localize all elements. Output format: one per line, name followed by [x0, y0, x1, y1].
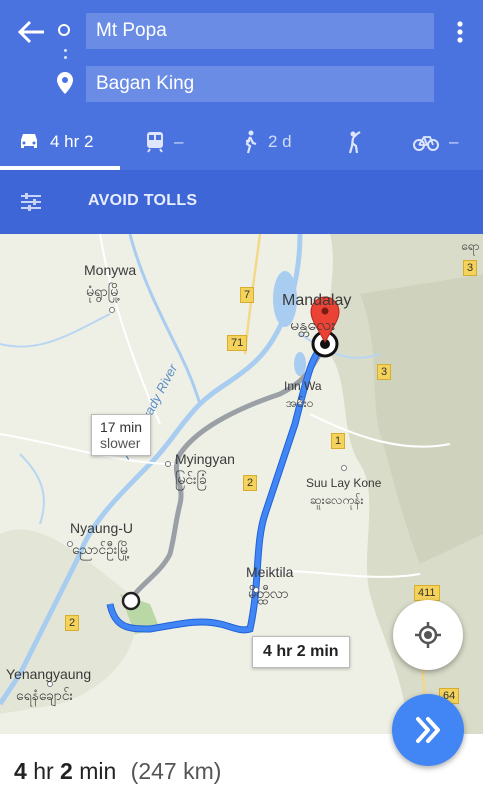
mode-walk[interactable]: 2 d — [242, 126, 292, 158]
tune-icon[interactable] — [20, 192, 42, 212]
route-shield-3a: 3 — [463, 260, 478, 276]
place-corner: ရော — [461, 239, 480, 253]
place-innwa-my: အင်းဝ — [286, 396, 314, 410]
summary-hr: hr — [33, 758, 54, 784]
alt-route-time: 17 min — [100, 419, 143, 435]
mode-walk-label: 2 d — [268, 132, 292, 151]
place-myingyan-my: မြင်းခြံ — [175, 471, 207, 487]
more-options-icon[interactable] — [450, 18, 470, 46]
destination-field[interactable]: Bagan King — [86, 66, 434, 102]
summary-minutes: 2 — [60, 758, 73, 784]
route-shield-2a: 2 — [243, 475, 258, 491]
walk-icon — [245, 130, 257, 154]
route-dots-icon — [64, 49, 67, 65]
place-suulaykone-my: ဆူးလေကုန်း — [310, 493, 364, 507]
mode-transit[interactable]: – — [146, 126, 183, 158]
mode-ride[interactable] — [345, 126, 373, 158]
route-shield-71: 71 — [227, 335, 248, 351]
start-navigation-button[interactable] — [392, 694, 464, 766]
place-yenangyaung-my: ရေနံချောင်း — [16, 687, 74, 703]
back-arrow-icon[interactable] — [16, 18, 48, 46]
main-route-callout[interactable]: 4 hr 2 min — [252, 636, 350, 668]
transit-icon — [147, 132, 163, 153]
route-summary: 4 hr 2 min (247 km) — [14, 758, 221, 785]
summary-distance: (247 km) — [130, 758, 222, 784]
alt-route-note: slower — [100, 435, 141, 451]
route-shield-7: 7 — [240, 287, 255, 303]
avoid-tolls-button[interactable]: AVOID TOLLS — [88, 192, 197, 210]
route-shield-411: 411 — [414, 585, 440, 601]
mode-car-label: 4 hr 2 — [50, 132, 94, 151]
my-location-icon — [415, 622, 441, 648]
summary-min: min — [79, 758, 117, 784]
origin-circle-icon — [58, 24, 70, 36]
route-shield-3b: 3 — [377, 364, 392, 380]
place-myingyan: Myingyan — [175, 451, 235, 467]
place-suulaykone: Suu Lay Kone — [306, 476, 382, 490]
route-shield-2b: 2 — [65, 615, 80, 631]
place-mandalay: Mandalay — [282, 292, 352, 309]
mode-bike-label: – — [449, 132, 459, 151]
origin-field[interactable]: Mt Popa — [86, 13, 434, 49]
destination-pin-icon — [57, 72, 73, 94]
alt-route-callout[interactable]: 17 min slower — [91, 414, 152, 456]
place-nyaungu: Nyaung-U — [70, 520, 134, 536]
bike-icon — [413, 136, 439, 151]
car-icon — [21, 134, 37, 148]
route-options-bar: AVOID TOLLS — [0, 170, 483, 234]
place-monywa-my: မုံရွာမြို့ — [86, 283, 121, 299]
summary-hours: 4 — [14, 758, 27, 784]
place-monywa: Monywa — [84, 262, 137, 278]
place-meiktila-my: မိတ္ထီလာ — [248, 585, 289, 601]
my-location-button[interactable] — [393, 600, 463, 670]
origin-marker — [121, 591, 141, 611]
route-shield-1: 1 — [331, 433, 346, 449]
place-yenangyaung: Yenangyaung — [6, 666, 92, 682]
mode-bike[interactable]: – — [413, 126, 458, 158]
mode-transit-label: – — [174, 132, 184, 151]
navigate-arrows-icon — [416, 717, 440, 743]
place-meiktila: Meiktila — [246, 564, 294, 580]
place-innwa: Inn Wa — [284, 379, 322, 393]
place-nyaungu-my: ညောင်ဦးမြို့ — [72, 541, 130, 557]
mode-car[interactable]: 4 hr 2 — [18, 126, 93, 158]
ride-icon — [348, 131, 361, 154]
place-mandalay-my: မန္တလေး — [290, 317, 336, 334]
